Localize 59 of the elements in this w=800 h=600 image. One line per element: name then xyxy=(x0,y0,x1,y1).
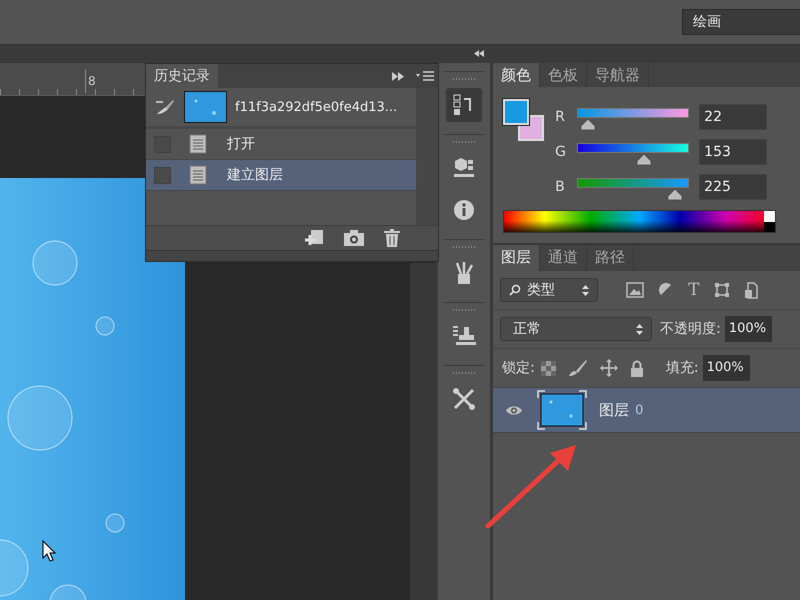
resize-grip[interactable] xyxy=(146,250,438,261)
document-icon xyxy=(189,165,207,185)
ruler-label: 8 xyxy=(85,69,96,93)
layer-number: 0 xyxy=(635,402,644,418)
document-icon xyxy=(189,134,207,154)
lock-label: 锁定: xyxy=(502,359,535,377)
history-tab[interactable]: 历史记录 xyxy=(146,64,218,88)
channel-value-field[interactable]: 22 xyxy=(699,104,768,130)
search-icon xyxy=(509,284,522,296)
lock-icon[interactable] xyxy=(630,360,644,376)
blend-mode-dropdown[interactable]: 正常 xyxy=(500,317,652,341)
snapshot-name: f11f3a292df5e0fe4d13... xyxy=(235,100,398,114)
history-state[interactable]: 建立图层 xyxy=(146,160,416,191)
collapse-icon[interactable] xyxy=(474,50,484,57)
shape-filter-icon[interactable] xyxy=(714,282,730,298)
scrollbar[interactable] xyxy=(416,88,438,225)
image-filter-icon[interactable] xyxy=(626,282,644,298)
new-document-icon[interactable] xyxy=(304,229,324,247)
lock-transparency-icon[interactable] xyxy=(540,360,556,376)
brush-icon[interactable] xyxy=(154,97,176,117)
cursor-icon xyxy=(42,540,56,562)
workspace-dropdown[interactable]: 绘画 xyxy=(682,9,800,35)
panel-tab[interactable]: 色板 xyxy=(540,63,588,87)
opacity-label: 不透明度: xyxy=(660,320,721,338)
panel-tab[interactable]: 通道 xyxy=(540,245,588,271)
channel-label: R xyxy=(555,108,566,124)
move-icon[interactable] xyxy=(600,359,618,377)
panel-menu-icon[interactable] xyxy=(416,71,434,81)
layer-thumbnail[interactable] xyxy=(537,390,588,430)
trash-icon[interactable] xyxy=(384,229,400,247)
expand-icon[interactable] xyxy=(392,72,404,80)
visibility-eye-icon[interactable] xyxy=(505,404,524,416)
opacity-field[interactable]: 100% xyxy=(724,316,772,342)
panel-tab[interactable]: 导航器 xyxy=(587,63,650,87)
scrollbar[interactable] xyxy=(410,263,436,600)
cube-icon xyxy=(453,157,476,179)
channel-value-field[interactable]: 153 xyxy=(699,138,768,164)
panel-tab[interactable]: 图层 xyxy=(493,245,540,271)
camera-icon[interactable] xyxy=(344,230,364,246)
brush-icon[interactable] xyxy=(568,359,588,377)
updown-arrows-icon xyxy=(582,284,590,296)
fill-field[interactable]: 100% xyxy=(702,355,750,381)
adjustment-filter-icon[interactable] xyxy=(658,282,674,298)
history-panel-button[interactable] xyxy=(446,88,482,122)
panel-tab[interactable]: 路径 xyxy=(587,245,634,271)
channel-label: G xyxy=(555,144,568,160)
type-filter-button[interactable]: T xyxy=(688,281,700,299)
layer-name: 图层 xyxy=(599,400,630,420)
layer-row[interactable]: 图层 0 xyxy=(493,388,800,433)
snapshot-thumbnail[interactable] xyxy=(184,91,227,123)
updown-arrows-icon xyxy=(636,324,644,334)
filter-dropdown[interactable]: 类型 xyxy=(500,278,598,302)
panel-tab[interactable]: 颜色 xyxy=(493,63,540,87)
channel-value-field[interactable]: 225 xyxy=(699,174,768,200)
channel-label: B xyxy=(555,178,566,194)
color-swatch-drawing[interactable] xyxy=(503,99,546,141)
color-spectrum-bar[interactable] xyxy=(503,210,776,233)
smart-object-filter-icon[interactable] xyxy=(744,282,758,298)
fill-label: 填充: xyxy=(666,359,699,377)
